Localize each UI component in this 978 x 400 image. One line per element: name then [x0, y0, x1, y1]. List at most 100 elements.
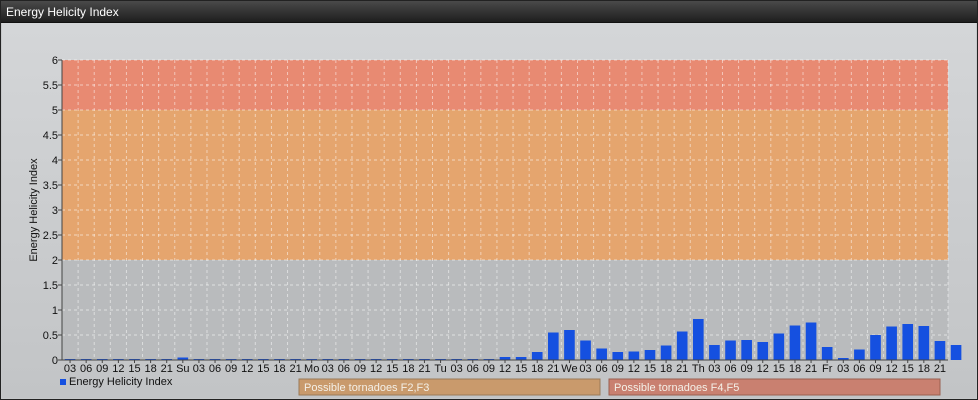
- x-tick-label: 03: [708, 363, 720, 375]
- bar: [741, 340, 752, 360]
- bar: [886, 326, 897, 360]
- x-tick-label: 12: [370, 363, 382, 375]
- y-tick-label: 2.5: [43, 230, 58, 242]
- bar: [854, 349, 865, 360]
- x-tick-label: 15: [515, 363, 527, 375]
- bar: [918, 326, 930, 360]
- x-tick-label: 06: [467, 363, 479, 375]
- x-tick-label: Fr: [822, 363, 833, 375]
- bar: [902, 324, 914, 360]
- legend-series-label: Energy Helicity Index: [69, 376, 173, 388]
- x-tick-label: 12: [885, 363, 897, 375]
- x-tick-label: 03: [451, 363, 463, 375]
- y-tick-label: 2: [52, 255, 58, 267]
- legend-swatch: [60, 379, 66, 385]
- bar: [676, 331, 688, 360]
- x-tick-label: Tu: [434, 363, 446, 375]
- y-tick-labels: 0 0.5 1 1.5 2 2.5 3 3.5 4 4.5 5 5.5 6: [43, 55, 62, 367]
- x-tick-label: 09: [96, 363, 108, 375]
- x-tick-label: 21: [418, 363, 430, 375]
- x-tick-label: 09: [869, 363, 881, 375]
- x-tick-label: 21: [676, 363, 688, 375]
- bar: [548, 332, 559, 360]
- x-tick-label: 09: [483, 363, 495, 375]
- bar: [805, 322, 817, 360]
- x-tick-label: We: [561, 363, 577, 375]
- x-tick-label: 03: [193, 363, 205, 375]
- bar: [628, 351, 640, 360]
- y-tick-label: 6: [52, 55, 58, 67]
- bar: [725, 340, 736, 360]
- x-tick-label: 06: [853, 363, 865, 375]
- x-tick-label: 12: [628, 363, 640, 375]
- y-tick-label: 1: [52, 305, 58, 317]
- x-tick-label: 21: [934, 363, 946, 375]
- bar: [870, 335, 881, 360]
- y-tick-label: 4: [52, 155, 58, 167]
- x-tick-label: 06: [724, 363, 736, 375]
- x-tick-label: Mo: [304, 363, 319, 375]
- x-tick-label: 03: [579, 363, 591, 375]
- x-tick-label: 09: [741, 363, 753, 375]
- x-tick-label: 06: [596, 363, 608, 375]
- bar: [596, 348, 607, 360]
- bar: [950, 345, 962, 360]
- legend-band-f4f5-label: Possible tornadoes F4,F5: [614, 382, 739, 394]
- x-tick-label: 18: [789, 363, 801, 375]
- x-tick-label: 15: [902, 363, 914, 375]
- bar: [692, 319, 704, 360]
- bar: [934, 341, 946, 360]
- x-tick-label: Th: [692, 363, 705, 375]
- x-tick-label: 21: [161, 363, 173, 375]
- x-tick-label: 18: [918, 363, 930, 375]
- bar: [789, 325, 801, 360]
- bar: [660, 345, 672, 360]
- y-tick-label: 5: [52, 105, 58, 117]
- x-tick-label: 03: [322, 363, 334, 375]
- x-tick-label: 12: [112, 363, 124, 375]
- x-tick-label: 18: [144, 363, 156, 375]
- x-tick-label: 06: [80, 363, 92, 375]
- bar: [709, 345, 720, 360]
- x-tick-labels: 03 06 09 12 15 18 21 Su 03 06 09 12 15 18 21 Mo 03 06 09 12…: [64, 360, 946, 375]
- y-axis-label: Energy Helicity Index: [28, 158, 40, 262]
- bar: [564, 330, 575, 360]
- chart-svg: 0 0.5 1 1.5 2 2.5 3 3.5 4 4.5 5 5.5 6 03 06 09 12 15 18 21…: [28, 55, 962, 396]
- x-tick-label: 06: [209, 363, 221, 375]
- x-tick-label: 18: [660, 363, 672, 375]
- x-tick-label: 15: [773, 363, 785, 375]
- y-tick-label: 5.5: [43, 80, 58, 92]
- y-tick-label: 0: [52, 355, 58, 367]
- bar: [821, 347, 833, 360]
- x-tick-label: 09: [354, 363, 366, 375]
- bar: [580, 340, 591, 360]
- x-tick-label: 03: [837, 363, 849, 375]
- x-tick-label: 21: [289, 363, 301, 375]
- y-tick-label: 1.5: [43, 280, 58, 292]
- x-tick-label: 09: [612, 363, 624, 375]
- x-tick-label: 15: [257, 363, 269, 375]
- x-tick-label: 06: [338, 363, 350, 375]
- x-tick-label: 21: [805, 363, 817, 375]
- x-tick-label: 18: [402, 363, 414, 375]
- x-tick-label: 15: [128, 363, 140, 375]
- y-tick-label: 3: [52, 205, 58, 217]
- legend: Energy Helicity Index: [60, 376, 173, 388]
- x-tick-label: 12: [757, 363, 769, 375]
- y-tick-label: 4.5: [43, 130, 58, 142]
- x-tick-label: Su: [176, 363, 189, 375]
- x-tick-label: 15: [644, 363, 656, 375]
- bar: [531, 352, 543, 360]
- y-tick-label: 0.5: [43, 330, 58, 342]
- bar: [773, 333, 785, 360]
- x-tick-label: 21: [547, 363, 559, 375]
- legend-band-f4f5: Possible tornadoes F4,F5: [608, 378, 941, 396]
- x-tick-label: 18: [273, 363, 285, 375]
- legend-band-f2f3-label: Possible tornadoes F2,F3: [304, 382, 429, 394]
- bar: [644, 350, 656, 360]
- x-tick-label: 15: [386, 363, 398, 375]
- bar: [612, 352, 624, 360]
- x-tick-label: 12: [241, 363, 253, 375]
- y-tick-label: 3.5: [43, 180, 58, 192]
- x-tick-label: 18: [531, 363, 543, 375]
